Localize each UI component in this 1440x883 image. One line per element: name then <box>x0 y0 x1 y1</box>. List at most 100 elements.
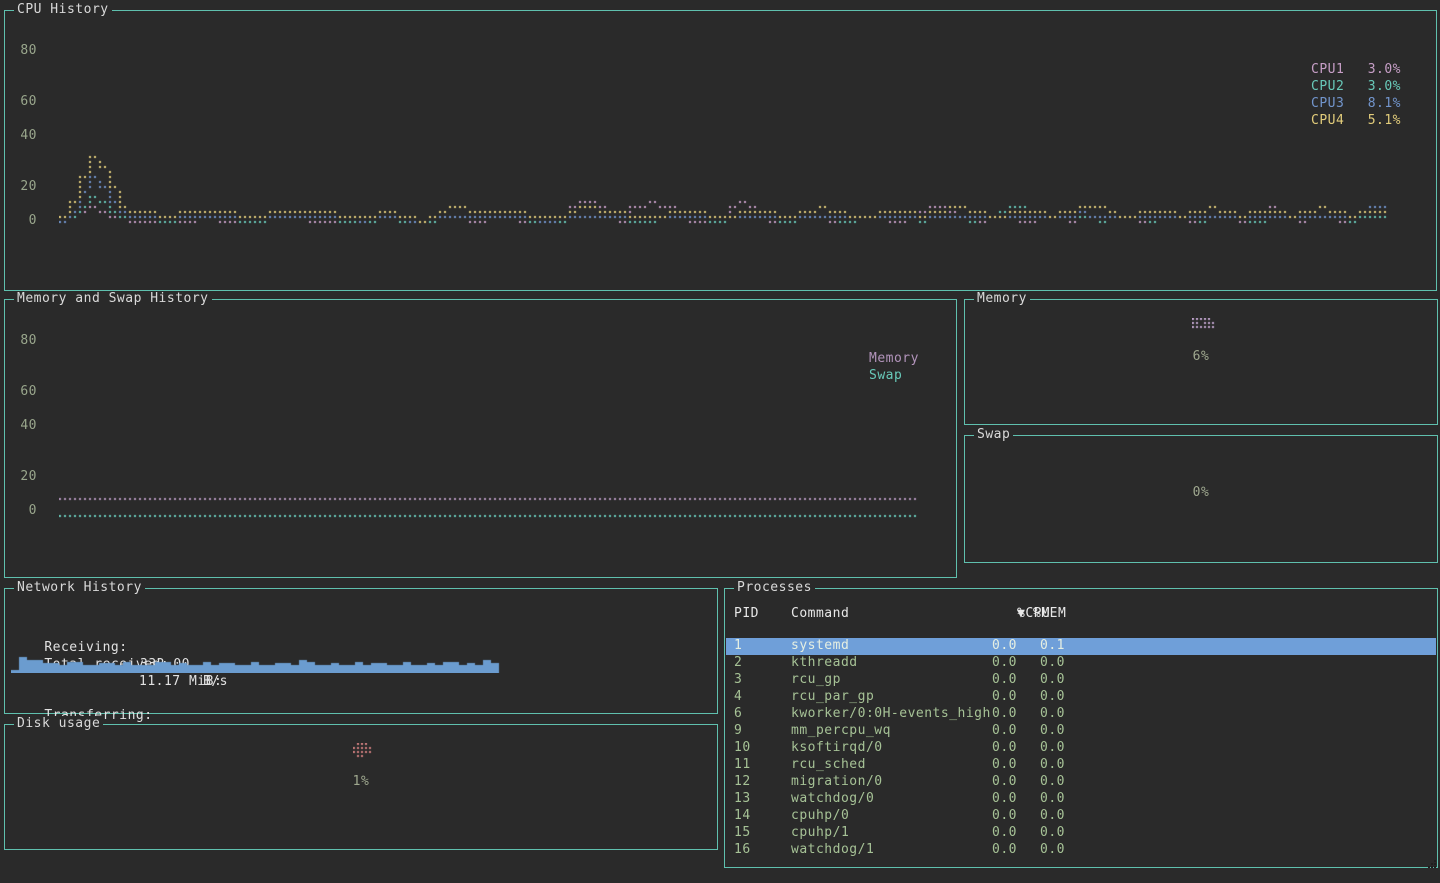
cpu-history-chart <box>59 41 1394 236</box>
process-command: rcu_sched <box>791 757 866 773</box>
process-pid: 14 <box>734 808 751 824</box>
swap-panel: Swap 0% <box>964 435 1438 563</box>
cpu1-legend-item: CPU13.0% <box>1311 61 1401 78</box>
process-row[interactable]: 16 watchdog/1 0.00.0 <box>726 842 1436 859</box>
cpu1-legend-label: CPU1 <box>1311 61 1355 78</box>
process-pid: 10 <box>734 740 751 756</box>
cpu4-legend-label: CPU4 <box>1311 112 1355 129</box>
disk-usage-dots-icon <box>353 743 373 759</box>
mem-ytick-60: 60 <box>7 384 37 400</box>
process-pid: 16 <box>734 842 751 858</box>
disk-usage-title: Disk usage <box>14 716 103 732</box>
cpu3-legend-label: CPU3 <box>1311 95 1355 112</box>
process-row[interactable]: 1 systemd 0.00.1 <box>726 638 1436 655</box>
process-mem-percent: 0.0 <box>1010 757 1065 773</box>
process-row[interactable]: 4rcu_par_gp0.00.0 <box>726 689 1436 706</box>
sort-descending-icon: ▼ <box>1017 605 1025 622</box>
process-mem-percent: 0.0 <box>1010 706 1065 722</box>
cpu1-legend-value: 3.0% <box>1355 61 1401 78</box>
cpu2-legend-item: CPU23.0% <box>1311 78 1401 95</box>
cpu-ytick-20: 20 <box>7 179 37 195</box>
process-mem-percent: 0.0 <box>1010 791 1065 807</box>
process-mem-percent: 0.0 <box>1010 842 1065 858</box>
process-mem-percent: 0.0 <box>1010 723 1065 739</box>
cpu-ytick-60: 60 <box>7 94 37 110</box>
process-command: mm_percpu_wq <box>791 723 891 739</box>
process-command: kthreadd <box>791 655 858 671</box>
process-cpu-percent: 0.0 <box>955 706 1017 722</box>
process-row[interactable]: 2 kthreadd 0.00.0 <box>726 655 1436 672</box>
process-pid: 1 <box>734 638 742 654</box>
column-header-pid[interactable]: PID <box>734 605 759 622</box>
process-table-body: 1systemd0.00.12kthreadd0.00.03rcu_gp0.00… <box>726 638 1436 859</box>
process-command: rcu_gp <box>791 672 841 688</box>
swap-legend-item: Swap <box>869 367 902 384</box>
process-cpu-percent: 0.0 <box>955 757 1017 773</box>
mem-ytick-20: 20 <box>7 469 37 485</box>
memory-panel-title: Memory <box>974 291 1030 307</box>
process-pid: 15 <box>734 825 751 841</box>
process-pid: 12 <box>734 774 751 790</box>
mem-ytick-40: 40 <box>7 418 37 434</box>
process-pid: 4 <box>734 689 742 705</box>
process-row[interactable]: 3rcu_gp0.00.0 <box>726 672 1436 689</box>
transferring-line: Transferring: 2.21 KiB/s <box>11 690 411 707</box>
memory-swap-history-title: Memory and Swap History <box>14 291 212 307</box>
process-row[interactable]: 6kworker/0:0H-events_high0.00.0 <box>726 706 1436 723</box>
cpu-ytick-80: 80 <box>7 43 37 59</box>
process-row[interactable]: 15cpuhp/10.00.0 <box>726 825 1436 842</box>
process-cpu-percent: 0.0 <box>955 638 1017 654</box>
process-row[interactable]: 9mm_percpu_wq0.00.0 <box>726 723 1436 740</box>
total-received-value: 11.17 MiB: <box>139 673 222 690</box>
process-pid: 13 <box>734 791 751 807</box>
cpu2-legend-label: CPU2 <box>1311 78 1355 95</box>
memory-panel: Memory 6% <box>964 299 1438 425</box>
process-cpu-percent: 0.0 <box>955 723 1017 739</box>
process-command: watchdog/1 <box>791 842 874 858</box>
process-command: systemd <box>791 638 849 654</box>
resize-grip-icon[interactable] <box>1428 858 1437 867</box>
process-cpu-percent: 0.0 <box>955 774 1017 790</box>
process-cpu-percent: 0.0 <box>955 825 1017 841</box>
network-history-panel: Network History Receiving: 332.00 B/s To… <box>4 588 718 714</box>
process-cpu-percent: 0.0 <box>955 842 1017 858</box>
network-receiving-chart <box>11 649 503 673</box>
process-command: cpuhp/1 <box>791 825 849 841</box>
swap-panel-title: Swap <box>974 427 1013 443</box>
swap-percent-label: 0% <box>1171 485 1231 501</box>
process-cpu-percent: 0.0 <box>955 791 1017 807</box>
cpu-history-panel: CPU History 80 60 40 20 0 CPU13.0% CPU23… <box>4 10 1437 291</box>
process-mem-percent: 0.1 <box>1010 638 1065 654</box>
memory-swap-history-panel: Memory and Swap History 80 60 40 20 0 Me… <box>4 299 957 578</box>
receiving-line: Receiving: 332.00 B/s <box>11 622 411 639</box>
cpu3-legend-value: 8.1% <box>1355 95 1401 112</box>
process-row[interactable]: 11 rcu_sched 0.00.0 <box>726 757 1436 774</box>
process-command: ksoftirqd/0 <box>791 740 883 756</box>
process-mem-percent: 0.0 <box>1010 774 1065 790</box>
process-cpu-percent: 0.0 <box>955 672 1017 688</box>
process-cpu-percent: 0.0 <box>955 655 1017 671</box>
network-history-title: Network History <box>14 580 145 596</box>
process-command: watchdog/0 <box>791 791 874 807</box>
process-cpu-percent: 0.0 <box>955 689 1017 705</box>
cpu2-legend-value: 3.0% <box>1355 78 1401 95</box>
column-header-command[interactable]: Command <box>791 605 849 622</box>
process-pid: 6 <box>734 706 742 722</box>
process-mem-percent: 0.0 <box>1010 655 1065 671</box>
memory-usage-dots-icon <box>1192 318 1216 330</box>
process-pid: 11 <box>734 757 751 773</box>
cpu4-legend-value: 5.1% <box>1355 112 1401 129</box>
process-cpu-percent: 0.0 <box>955 740 1017 756</box>
process-row[interactable]: 13 watchdog/0 0.00.0 <box>726 791 1436 808</box>
process-pid: 2 <box>734 655 742 671</box>
process-row[interactable]: 14cpuhp/00.00.0 <box>726 808 1436 825</box>
cpu-history-title: CPU History <box>14 2 112 18</box>
disk-usage-panel: Disk usage 1% <box>4 724 718 850</box>
mem-ytick-0: 0 <box>7 503 37 519</box>
process-row[interactable]: 12migration/00.00.0 <box>726 774 1436 791</box>
memory-swap-history-chart <box>59 330 921 530</box>
disk-percent-label: 1% <box>331 774 391 790</box>
process-row[interactable]: 10ksoftirqd/00.00.0 <box>726 740 1436 757</box>
column-header-mem[interactable]: %MEM <box>1033 605 1066 622</box>
process-pid: 3 <box>734 672 742 688</box>
